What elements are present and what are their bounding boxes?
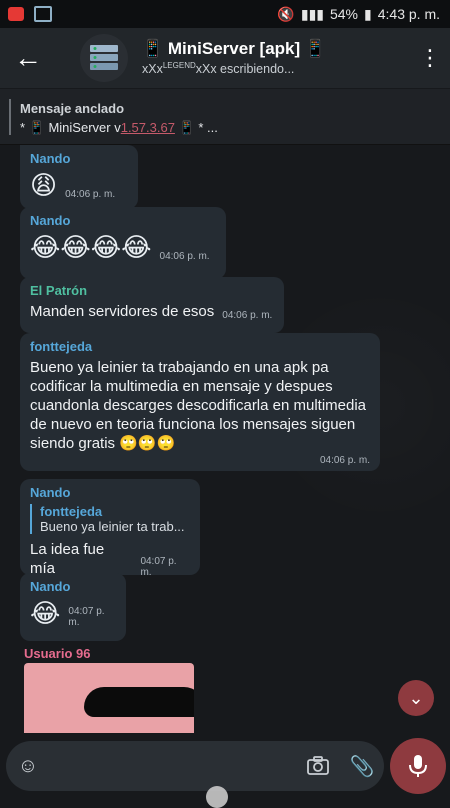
reply-preview[interactable]: fonttejeda Bueno ya leinier ta trab...	[30, 504, 190, 534]
emoji-button[interactable]: ☺	[6, 744, 50, 788]
home-indicator[interactable]	[206, 786, 228, 808]
typing-status: xXxLEGENDxXx escribiendo...	[142, 61, 295, 77]
photo-sender: Usuario 96	[24, 646, 91, 661]
back-button[interactable]: ←	[0, 30, 56, 86]
reply-sender: fonttejeda	[40, 504, 103, 519]
battery-percent: 54%	[329, 6, 359, 22]
status-bar: 🔇 ▮▮▮ 54% ▮ 4:43 p. m.	[0, 0, 450, 28]
photo-content	[84, 687, 194, 717]
chevron-down-icon: ⌄	[408, 687, 424, 708]
battery-icon: ▮	[364, 5, 372, 22]
message-emoji: 😩	[30, 170, 58, 200]
message-time: 04:06 p. m.	[222, 310, 273, 321]
attach-button[interactable]: 📎	[340, 744, 384, 788]
message-sender: Nando	[30, 151, 71, 166]
message-bubble[interactable]: El Patrón Manden servidores de esos 04:0…	[20, 277, 284, 333]
chat-title-block[interactable]: 📱 MiniServer [apk] 📱 xXxLEGENDxXx escrib…	[142, 39, 326, 76]
message-bubble[interactable]: Nando 😩 04:06 p. m.	[20, 145, 138, 209]
reply-text: Bueno ya leinier ta trab...	[40, 519, 185, 534]
message-input-bar: ☺ 📎	[6, 741, 384, 791]
kebab-icon: ⋮	[419, 45, 441, 70]
message-emoji: 😂😂😂😂	[30, 232, 152, 262]
chat-area[interactable]: Nando 😩 04:06 p. m. Nando 😂😂😂😂 04:06 p. …	[0, 145, 450, 735]
mic-button[interactable]	[390, 738, 446, 794]
message-time: 04:06 p. m.	[65, 189, 116, 200]
message-sender: Nando	[30, 579, 71, 594]
message-sender: El Patrón	[30, 283, 88, 298]
message-time: 04:07 p. m.	[68, 606, 105, 628]
message-bubble[interactable]: Nando fonttejeda Bueno ya leinier ta tra…	[20, 479, 200, 578]
paperclip-icon: 📎	[349, 755, 375, 778]
mute-icon: 🔇	[277, 5, 295, 22]
message-bubble[interactable]: Nando 😂 04:07 p. m.	[20, 573, 126, 641]
pinned-label: Mensaje anclado	[20, 101, 125, 116]
scroll-down-button[interactable]: ⌄	[398, 680, 434, 716]
message-text: Manden servidores de esos	[30, 303, 215, 320]
message-sender: Nando	[30, 485, 71, 500]
message-bubble[interactable]: fonttejeda Bueno ya leinier ta trabajand…	[20, 333, 380, 471]
message-text: Bueno ya leinier ta trabajando en una ap…	[30, 359, 367, 452]
photo-thumbnail[interactable]	[24, 663, 194, 733]
pinned-text: * 📱 MiniServer v1.57.3.67 📱 * ...	[20, 120, 218, 135]
menu-button[interactable]: ⋮	[410, 45, 450, 71]
message-time: 04:07 p. m.	[140, 556, 177, 578]
camera-icon	[307, 756, 329, 775]
arrow-left-icon: ←	[14, 42, 42, 73]
signal-icon: ▮▮▮	[300, 5, 324, 22]
chat-header: ← 📱 MiniServer [apk] 📱 xXxLEGENDxXx escr…	[0, 28, 450, 88]
avatar[interactable]	[80, 34, 128, 82]
message-time: 04:06 p. m.	[319, 455, 370, 466]
pinned-version-link[interactable]: 1.57.3.67	[121, 120, 175, 135]
message-sender: Nando	[30, 213, 71, 228]
message-input[interactable]	[50, 756, 296, 776]
gallery-icon	[34, 6, 52, 22]
clock: 4:43 p. m.	[377, 6, 440, 22]
pin-bar	[9, 99, 11, 135]
message-sender: fonttejeda	[30, 339, 93, 354]
notification-icon	[8, 7, 24, 21]
server-icon	[90, 45, 118, 70]
camera-button[interactable]	[296, 744, 340, 788]
message-time: 04:06 p. m.	[159, 251, 210, 262]
pinned-message[interactable]: Mensaje anclado * 📱 MiniServer v1.57.3.6…	[0, 89, 450, 145]
smiley-icon: ☺	[17, 754, 39, 777]
microphone-icon	[409, 755, 427, 777]
chat-title: 📱 MiniServer [apk] 📱	[142, 39, 327, 59]
message-bubble[interactable]: Nando 😂😂😂😂 04:06 p. m.	[20, 207, 226, 279]
message-emoji: 😂	[30, 598, 61, 628]
